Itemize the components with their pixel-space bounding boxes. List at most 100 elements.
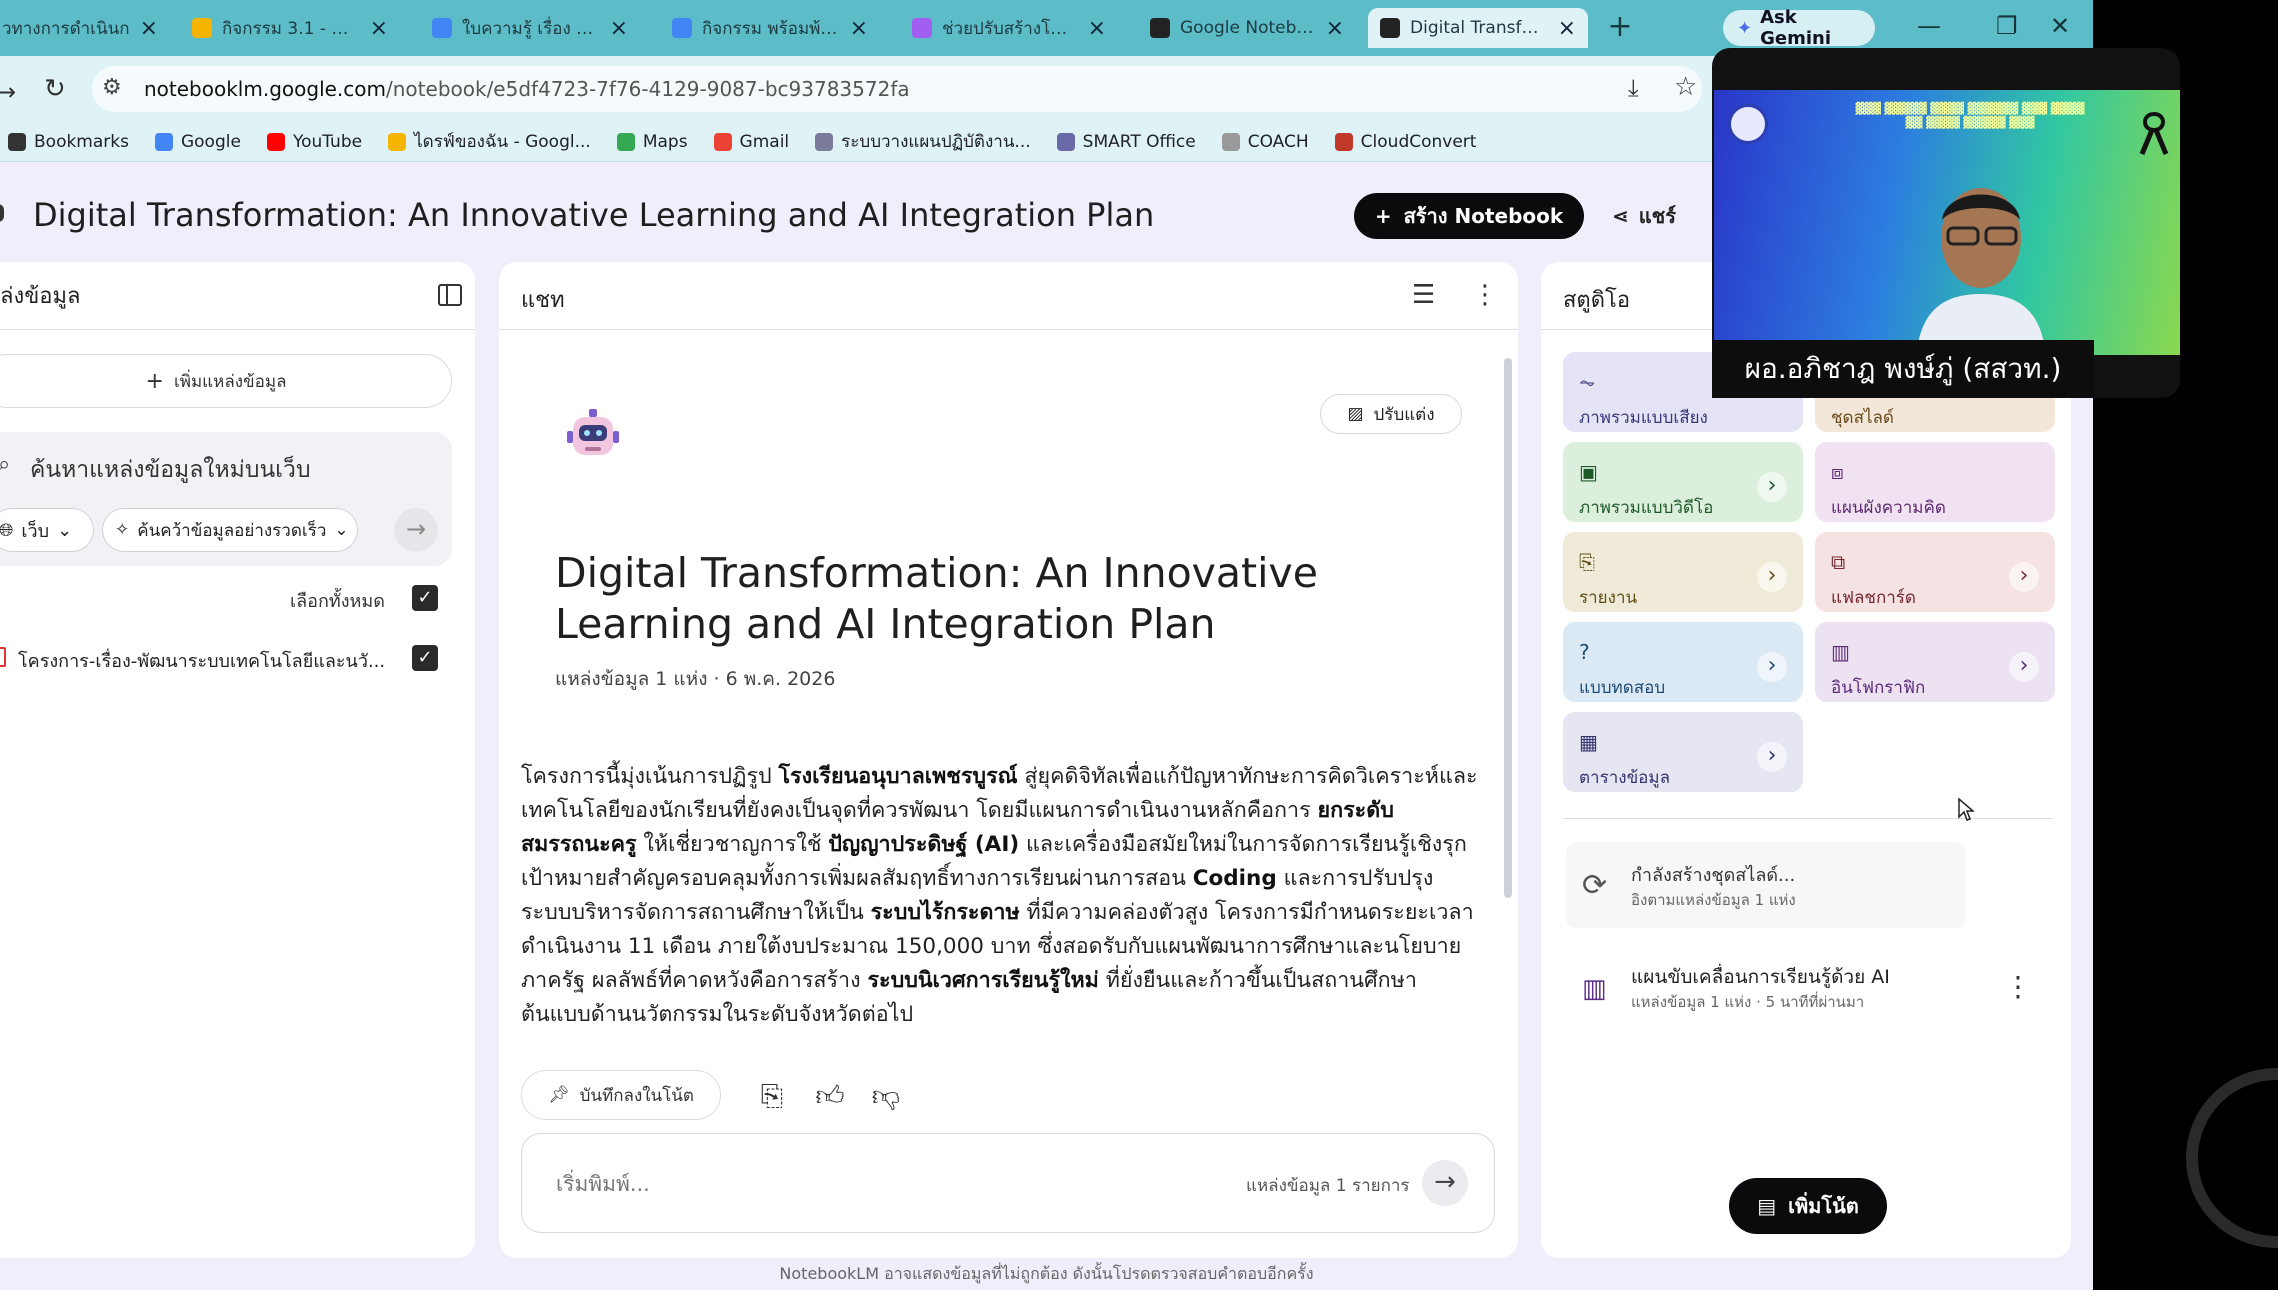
drive-icon [388,132,407,151]
fast-research-dropdown[interactable]: ✧ ค้นคว้าข้อมูลอย่างรวดเร็ว ⌄ [102,508,358,552]
url-field[interactable]: ⚙ notebooklm.google.com/notebook/e5df472… [92,66,1702,112]
more-vert-icon[interactable]: ⋮ [2004,970,2032,1003]
collapse-panel-icon[interactable] [438,284,462,306]
copy-icon[interactable]: ⎘ [754,1078,790,1114]
studio-card[interactable]: ▦ ตารางข้อมูล › [1563,712,1803,792]
bookmark-item[interactable]: SMART Office [1056,132,1196,152]
close-tab-icon[interactable]: × [1326,16,1344,41]
bookmark-label: CloudConvert [1360,131,1477,152]
bookmark-item[interactable]: YouTube [266,132,362,152]
disclaimer-footer: NotebookLM อาจแสดงข้อมูลที่ไม่ถูกต้อง ดั… [779,1264,1314,1283]
bookmark-label: Gmail [739,131,790,152]
plus-icon: + [145,368,164,394]
create-notebook-button[interactable]: + สร้าง Notebook [1354,193,1584,239]
bookmark-item[interactable]: Gmail [713,131,790,152]
studio-card-label: ตารางข้อมูล [1579,768,1671,788]
close-tab-icon[interactable]: × [140,16,158,41]
minimize-icon[interactable]: — [1917,12,1941,40]
summary-highlight: โรงเรียนอนุบาลเพชรบูรณ์ [778,764,1018,789]
chevron-right-icon[interactable]: › [1757,742,1787,772]
site-settings-icon[interactable]: ⚙ [102,75,122,100]
chat-header [499,262,1518,330]
add-source-button[interactable]: + เพิ่มแหล่งข้อมูล [0,354,452,408]
browser-tab[interactable]: กิจกรรม 3.1 - Goog × [180,8,400,48]
note-subtitle: แหล่งข้อมูล 1 แห่ง · 5 นาทีที่ผ่านมา [1631,993,1865,1011]
restore-icon[interactable]: ❐ [1996,12,2018,40]
docs-icon [432,18,452,38]
generating-title: กำลังสร้างชุดสไลด์... [1631,865,1796,886]
forward-arrow-icon[interactable]: → [0,78,16,106]
studio-card[interactable]: ▣ ภาพรวมแบบวิดีโอ › [1563,442,1803,522]
chat-title-label: แชท [521,288,565,313]
close-tab-icon[interactable]: × [1088,16,1106,41]
bookmark-label: ระบบวางแผนปฏิบัติงาน... [841,132,1031,152]
bookmark-item[interactable]: Maps [616,132,688,152]
tune-settings-icon[interactable]: ☰ [1412,280,1435,310]
browser-tab[interactable]: กิจกรรม พร้อมพ้อยก × [660,8,880,48]
browser-tab[interactable]: ใบความรู้ เรื่อง การเขี × [420,8,640,48]
bookmark-star-icon[interactable]: ☆ [1674,72,1697,102]
web-search-input[interactable]: ค้นหาแหล่งข้อมูลใหม่บนเว็บ [30,452,311,488]
mouse-cursor-icon [1958,798,1974,821]
close-tab-icon[interactable]: × [370,16,388,41]
studio-card[interactable]: ⎘ รายงาน › [1563,532,1803,612]
chevron-right-icon[interactable]: › [2009,562,2039,592]
browser-tab[interactable]: วทางการดำเนินก × [0,8,170,48]
add-note-button[interactable]: ▤ เพิ่มโน้ต [1729,1178,1887,1234]
select-all-checkbox[interactable]: ✓ [412,585,438,611]
chat-scrollbar[interactable] [1504,358,1512,898]
close-tab-icon[interactable]: × [1558,16,1576,41]
bookmark-item[interactable]: Google [154,132,241,152]
studio-card[interactable]: ⧉ แฟลชการ์ด › [1815,532,2055,612]
browser-tab[interactable]: Google Notebook × [1138,8,1356,48]
studio-divider [1563,818,2053,819]
bookmark-item[interactable]: COACH [1221,132,1309,152]
install-app-icon[interactable]: ⤓ [1628,74,1639,102]
close-tab-icon[interactable]: × [850,16,868,41]
audio-icon: ⏦ [1579,370,1596,394]
table-icon: ▦ [1579,730,1598,754]
thumbs-down-icon[interactable]: 👎︎ [868,1078,904,1114]
browser-tab[interactable]: ช่วยปรับสร้างโครงก × [900,8,1118,48]
chevron-right-icon[interactable]: › [1757,472,1787,502]
customize-button[interactable]: ▨ ปรับแต่ง [1320,394,1462,434]
studio-card[interactable]: ▥ อินโฟกราฟิก › [1815,622,2055,702]
search-submit-button[interactable]: → [394,508,438,552]
chevron-right-icon[interactable]: › [1757,562,1787,592]
bookmark-item[interactable]: CloudConvert [1334,131,1477,152]
web-source-dropdown[interactable]: 🌐︎ เว็บ ⌄ [0,508,94,552]
more-vert-icon[interactable]: ⋮ [1472,280,1498,310]
send-button[interactable]: → [1422,1160,1468,1206]
studio-card[interactable]: ? แบบทดสอบ › [1563,622,1803,702]
thumbs-up-icon[interactable]: 👍︎ [812,1078,848,1114]
ask-gemini-button[interactable]: ✦ Ask Gemini [1723,7,1875,49]
close-tab-icon[interactable]: × [610,16,628,41]
floating-widget[interactable] [2186,1068,2278,1248]
add-source-label: เพิ่มแหล่งข้อมูล [173,371,287,392]
bookmark-item[interactable]: ระบบวางแผนปฏิบัติงาน... [815,128,1031,155]
summary-highlight: ปัญญาประดิษฐ์ (AI) [828,832,1020,857]
new-tab-button[interactable]: + [1602,10,1638,46]
create-notebook-label: สร้าง Notebook [1403,204,1564,228]
reload-icon[interactable]: ↻ [44,74,66,104]
browser-tab[interactable]: Digital Transforma × [1368,8,1588,48]
close-window-icon[interactable]: ✕ [2050,12,2070,40]
note-title[interactable]: แผนขับเคลื่อนการเรียนรู้ด้วย AI [1631,962,1890,992]
video-icon: ▣ [1579,460,1598,484]
share-button[interactable]: ⋖ แชร์ [1612,193,1722,239]
source-item-label[interactable]: โครงการ-เรื่อง-พัฒนาระบบเทคโนโลยีและนวั.… [18,646,388,675]
source-item-checkbox[interactable]: ✓ [412,645,438,671]
notebook-logo-icon[interactable] [0,204,4,222]
notebook-title[interactable]: Digital Transformation: An Innovative Le… [33,196,1154,234]
chevron-right-icon[interactable]: › [1757,652,1787,682]
bookmark-item[interactable]: Bookmarks [8,132,129,152]
studio-card[interactable]: ⧈ แผนผังความคิด [1815,442,2055,522]
globe-icon: 🌐︎ [0,519,14,541]
chevron-right-icon[interactable]: › [2009,652,2039,682]
chat-input-placeholder[interactable]: เริ่มพิมพ์... [556,1168,650,1201]
save-to-note-button[interactable]: 📌︎ บันทึกลงในโน้ต [521,1070,721,1120]
bookmark-item[interactable]: ไดรฟ์ของฉัน - Googl... [388,128,591,155]
plus-icon: + [1374,204,1392,228]
url-path: /notebook/e5df4723-7f76-4129-9087-bc9378… [386,77,910,101]
youtube-icon [266,132,285,151]
